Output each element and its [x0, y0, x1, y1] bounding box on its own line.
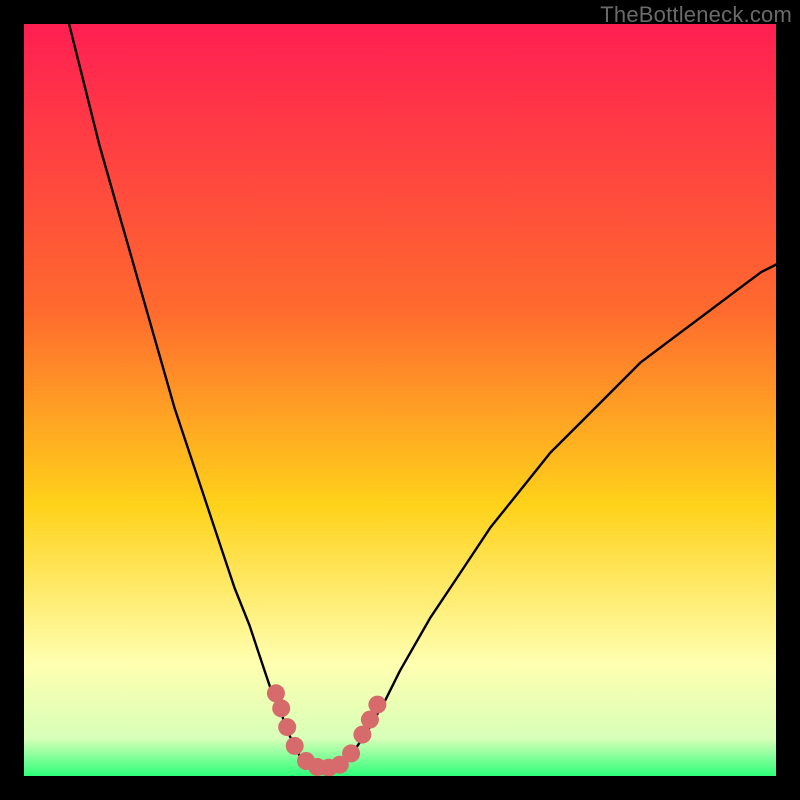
- curve-marker: [272, 699, 290, 717]
- curve-marker: [278, 718, 296, 736]
- curve-marker: [342, 744, 360, 762]
- bottleneck-chart: [24, 24, 776, 776]
- curve-marker: [286, 737, 304, 755]
- curve-marker: [368, 696, 386, 714]
- gradient-background: [24, 24, 776, 776]
- chart-frame: [24, 24, 776, 776]
